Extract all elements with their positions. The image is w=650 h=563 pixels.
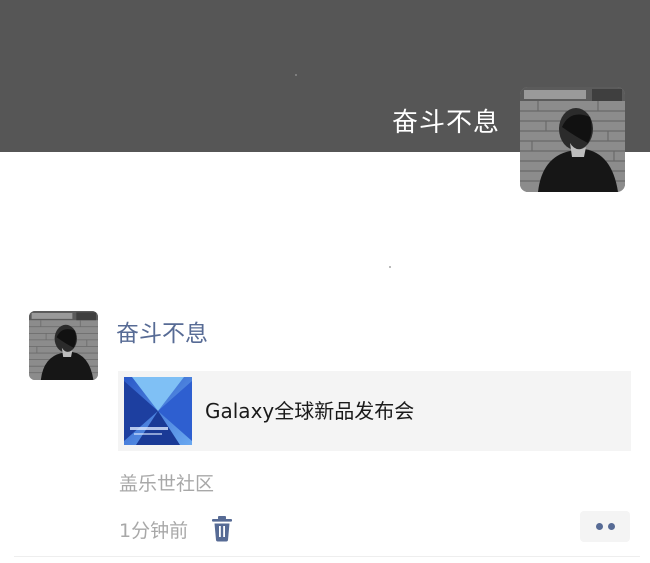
link-title: Galaxy全球新品发布会	[205, 399, 415, 423]
divider	[14, 556, 640, 557]
poster-name[interactable]: 奋斗不息	[116, 319, 208, 349]
profile-avatar[interactable]	[520, 87, 625, 192]
profile-name[interactable]: 奋斗不息	[392, 106, 500, 140]
separator-speck	[389, 266, 391, 268]
galaxy-event-thumbnail-icon	[124, 377, 192, 445]
trash-icon	[212, 516, 232, 542]
avatar-photo-icon	[520, 87, 625, 192]
poster-avatar[interactable]	[29, 311, 98, 380]
source-app[interactable]: 盖乐世社区	[119, 471, 214, 497]
post-time: 1分钟前	[119, 520, 189, 542]
cover-speck	[295, 74, 297, 76]
more-dots-icon	[608, 523, 615, 530]
more-actions-button[interactable]	[580, 511, 630, 542]
avatar-photo-icon	[29, 311, 98, 380]
shared-link-card[interactable]: Galaxy全球新品发布会	[118, 371, 631, 451]
link-thumbnail	[124, 377, 192, 445]
more-dots-icon	[596, 523, 603, 530]
delete-button[interactable]	[211, 516, 233, 542]
